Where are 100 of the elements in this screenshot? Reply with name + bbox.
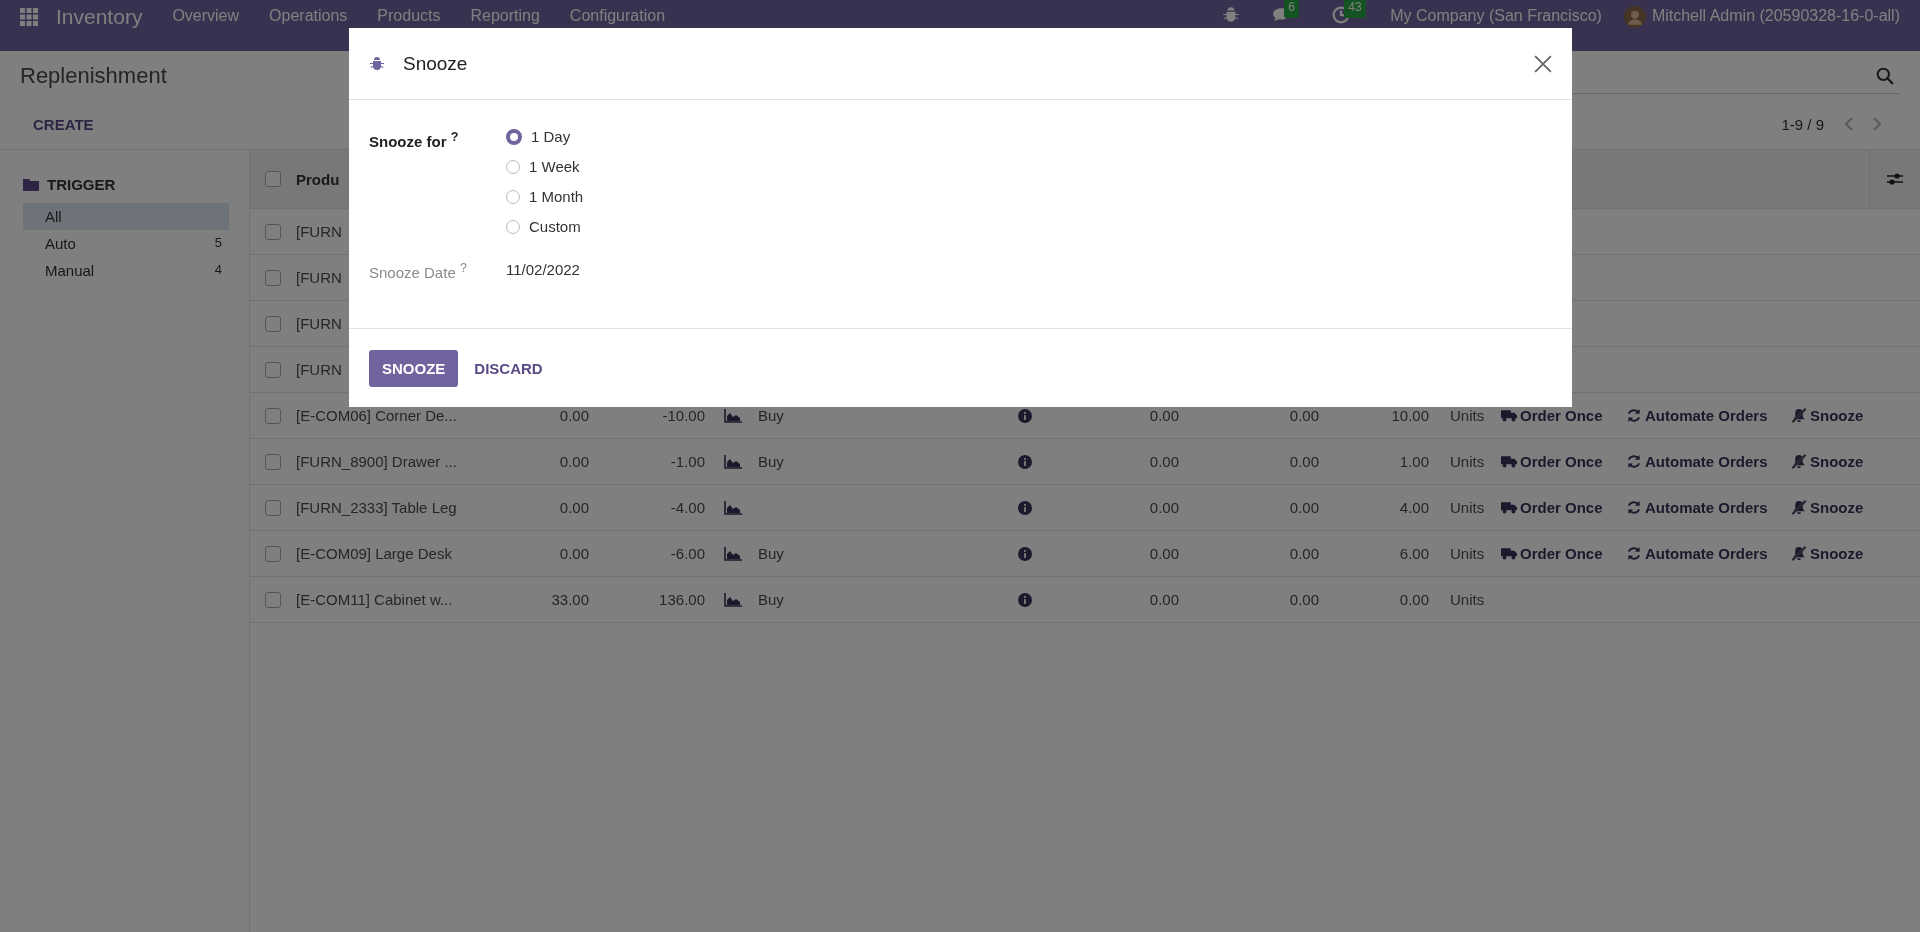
company-switcher[interactable]: My Company (San Francisco) xyxy=(1390,6,1602,26)
on-hand-cell: 0.00 xyxy=(559,545,589,562)
row-action-link[interactable]: Order Once xyxy=(1501,453,1626,470)
to-order-cell: 10.00 xyxy=(1391,407,1429,424)
select-all-checkbox[interactable] xyxy=(265,171,281,187)
row-action-link[interactable]: Automate Orders xyxy=(1626,499,1791,516)
menu-item[interactable]: Overview xyxy=(172,6,240,26)
menu-item[interactable]: Operations xyxy=(269,6,348,26)
row-checkbox[interactable] xyxy=(265,223,281,240)
product-cell[interactable]: [E-COM09] Large Desk xyxy=(296,545,452,562)
refresh-icon xyxy=(1626,454,1642,469)
bug-icon[interactable] xyxy=(1222,6,1241,24)
min-quantity-cell: 0.00 xyxy=(1149,545,1179,562)
row-checkbox[interactable] xyxy=(265,545,281,562)
area-chart-icon[interactable] xyxy=(724,408,742,423)
row-action-link[interactable]: Automate Orders xyxy=(1626,453,1791,470)
on-hand-cell: 0.00 xyxy=(559,453,589,470)
forecast-cell: -10.00 xyxy=(662,407,705,424)
product-cell[interactable]: [FURN xyxy=(296,361,342,378)
app-name-link[interactable]: Inventory xyxy=(56,6,143,28)
info-icon[interactable] xyxy=(1018,454,1032,469)
row-checkbox[interactable] xyxy=(265,361,281,378)
row-action-link[interactable]: Automate Orders xyxy=(1626,545,1791,562)
forecast-cell: -4.00 xyxy=(670,499,705,516)
user-menu[interactable]: Mitchell Admin (20590328-16-0-all) xyxy=(1651,6,1900,26)
refresh-icon xyxy=(1626,546,1642,561)
discard-button[interactable]: DISCARD xyxy=(466,349,551,387)
filter-item[interactable]: All xyxy=(23,203,229,230)
max-quantity-cell: 0.00 xyxy=(1289,407,1319,424)
area-chart-icon[interactable] xyxy=(724,500,742,515)
info-icon[interactable] xyxy=(1018,592,1032,607)
row-action-link[interactable]: Snooze xyxy=(1791,545,1864,562)
product-cell[interactable]: [E-COM06] Corner De... xyxy=(296,407,457,424)
row-action-link[interactable]: Order Once xyxy=(1501,407,1626,424)
column-header[interactable]: Produ xyxy=(296,170,340,188)
row-checkbox[interactable] xyxy=(265,315,281,332)
bell-slash-icon xyxy=(1791,500,1807,515)
info-icon[interactable] xyxy=(1018,500,1032,515)
area-chart-icon[interactable] xyxy=(724,454,742,469)
row-checkbox[interactable] xyxy=(265,269,281,286)
min-quantity-cell: 0.00 xyxy=(1149,499,1179,516)
route-cell: Buy xyxy=(758,545,784,562)
user-avatar-icon[interactable] xyxy=(1623,6,1646,28)
menu-item[interactable]: Configuration xyxy=(569,6,666,26)
min-quantity-cell: 0.00 xyxy=(1149,407,1179,424)
to-order-cell: 1.00 xyxy=(1399,453,1429,470)
truck-icon xyxy=(1501,408,1517,423)
to-order-cell: 0.00 xyxy=(1399,591,1429,608)
radio-option[interactable]: 1 Month xyxy=(506,188,584,205)
date-value: 11/02/2022 xyxy=(506,261,580,278)
row-action-link[interactable]: Snooze xyxy=(1791,499,1864,516)
create-button[interactable]: CREATE xyxy=(20,109,107,139)
previous-page-icon[interactable] xyxy=(1844,116,1854,132)
to-order-cell: 4.00 xyxy=(1399,499,1429,516)
row-action-link[interactable]: Snooze xyxy=(1791,407,1864,424)
search-icon[interactable] xyxy=(1876,66,1894,85)
filter-heading: TRIGGER xyxy=(47,176,116,193)
row-checkbox[interactable] xyxy=(265,591,281,608)
info-icon[interactable] xyxy=(1018,408,1032,423)
filter-item[interactable]: Auto 5 xyxy=(23,230,229,257)
area-chart-icon[interactable] xyxy=(724,592,742,607)
field-label: Snooze for $^{?}$ xyxy=(369,130,460,150)
bell-slash-icon xyxy=(1791,454,1807,469)
snooze-button[interactable]: SNOOZE xyxy=(369,349,459,387)
unit-cell: Units xyxy=(1450,545,1485,562)
row-action-link[interactable]: Order Once xyxy=(1501,499,1626,516)
product-cell[interactable]: [FURN xyxy=(296,269,342,286)
row-checkbox[interactable] xyxy=(265,407,281,424)
row-checkbox[interactable] xyxy=(265,453,281,470)
row-action-link[interactable]: Automate Orders xyxy=(1626,407,1791,424)
row-action-link[interactable]: Snooze xyxy=(1791,453,1864,470)
area-chart-icon[interactable] xyxy=(724,546,742,561)
truck-icon xyxy=(1501,454,1517,469)
route-cell: Buy xyxy=(758,591,784,608)
max-quantity-cell: 0.00 xyxy=(1289,499,1319,516)
product-cell[interactable]: [FURN xyxy=(296,315,342,332)
filter-item[interactable]: Manual 4 xyxy=(23,257,229,284)
field-label: Snooze Date $^{?}$ xyxy=(369,261,468,281)
folder-icon xyxy=(23,178,39,191)
info-icon[interactable] xyxy=(1018,546,1032,561)
row-checkbox[interactable] xyxy=(265,499,281,516)
truck-icon xyxy=(1501,500,1517,515)
sliders-icon[interactable] xyxy=(1887,171,1903,187)
menu-item[interactable]: Reporting xyxy=(470,6,540,26)
product-cell[interactable]: [E-COM11] Cabinet w... xyxy=(296,591,453,608)
radio-option[interactable]: 1 Day xyxy=(506,128,584,145)
bug-icon xyxy=(369,55,385,72)
menu-item[interactable]: Products xyxy=(377,6,441,26)
close-icon[interactable] xyxy=(1534,54,1552,73)
next-page-icon[interactable] xyxy=(1872,116,1882,132)
product-cell[interactable]: [FURN_8900] Drawer ... xyxy=(296,453,457,470)
product-cell[interactable]: [FURN_2333] Table Leg xyxy=(296,499,457,516)
radio-option[interactable]: Custom xyxy=(506,218,584,235)
route-cell: Buy xyxy=(758,453,784,470)
apps-grid-icon[interactable] xyxy=(20,8,38,26)
max-quantity-cell: 0.00 xyxy=(1289,453,1319,470)
row-action-link[interactable]: Order Once xyxy=(1501,545,1626,562)
radio-option[interactable]: 1 Week xyxy=(506,158,584,175)
bell-slash-icon xyxy=(1791,546,1807,561)
product-cell[interactable]: [FURN xyxy=(296,223,342,240)
